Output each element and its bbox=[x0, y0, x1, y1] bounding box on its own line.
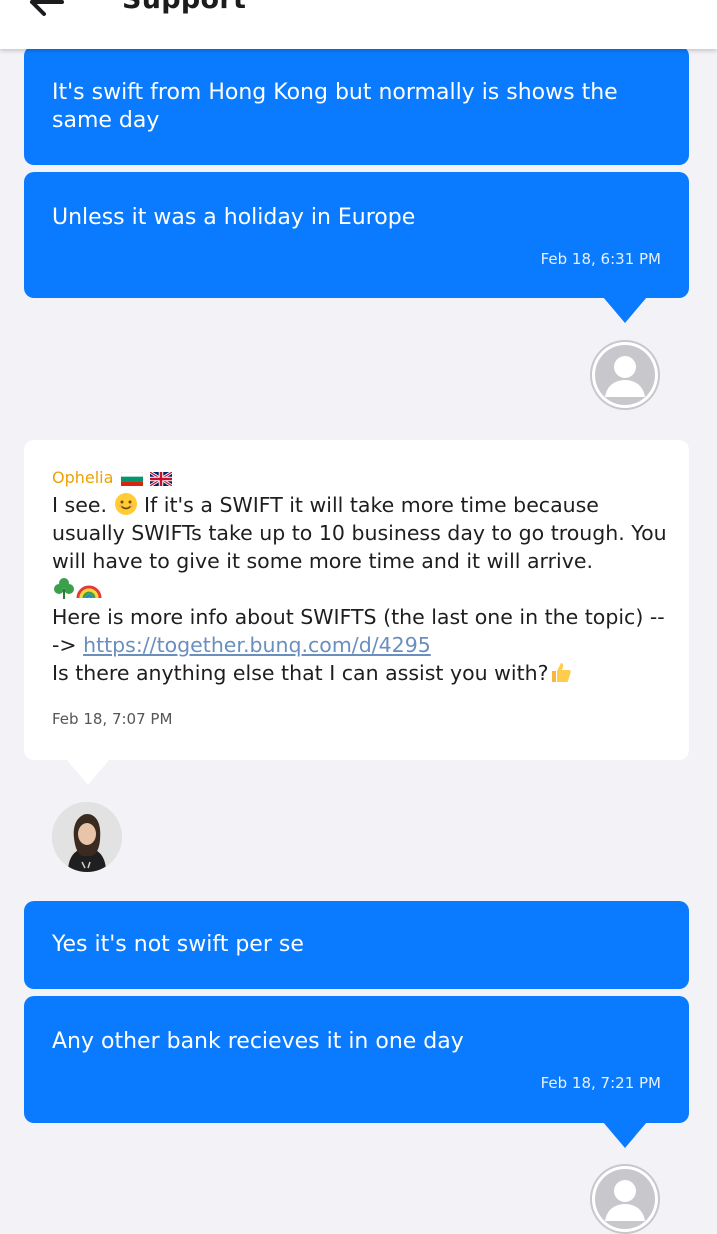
incoming-message[interactable]: Ophelia I see. If it's a SWIFT it will t… bbox=[24, 440, 689, 760]
outgoing-message[interactable]: Yes it's not swift per se bbox=[24, 901, 689, 989]
bubble-tail bbox=[603, 1122, 647, 1148]
message-text: Yes it's not swift per se bbox=[52, 932, 304, 957]
outgoing-message[interactable]: Any other bank recieves it in one day Fe… bbox=[24, 996, 689, 1123]
message-text-part: Is there anything else that I can assist… bbox=[52, 661, 549, 685]
default-user-icon bbox=[592, 1166, 658, 1232]
outgoing-message[interactable]: Unless it was a holiday in Europe Feb 18… bbox=[24, 172, 689, 298]
page-title: Support bbox=[122, 0, 246, 15]
app-header: Support bbox=[0, 0, 717, 49]
message-text: I see. If it's a SWIFT it will take more… bbox=[52, 491, 669, 687]
agent-photo bbox=[52, 802, 122, 872]
arrow-left-icon bbox=[30, 0, 64, 16]
agent-avatar[interactable] bbox=[52, 802, 122, 872]
sender-name-text: Ophelia bbox=[52, 468, 114, 487]
message-timestamp: Feb 18, 7:07 PM bbox=[52, 710, 173, 728]
message-text-part: I see. bbox=[52, 493, 114, 517]
rainbow-icon bbox=[76, 585, 102, 599]
message-timestamp: Feb 18, 7:21 PM bbox=[540, 1074, 661, 1092]
user-avatar[interactable] bbox=[590, 340, 660, 410]
smiling-face-icon bbox=[114, 493, 137, 515]
outgoing-message[interactable]: It's swift from Hong Kong but normally i… bbox=[24, 46, 689, 165]
message-text-part: If it's a SWIFT it will take more time b… bbox=[52, 493, 667, 573]
default-user-icon bbox=[592, 342, 658, 408]
support-link[interactable]: https://together.bunq.com/d/4295 bbox=[83, 633, 431, 657]
shamrock-icon bbox=[54, 578, 74, 599]
sender-name: Ophelia bbox=[52, 468, 669, 487]
flag-bulgaria-icon bbox=[120, 471, 143, 486]
bubble-tail bbox=[66, 759, 110, 785]
bubble-tail bbox=[603, 297, 647, 323]
message-text: It's swift from Hong Kong but normally i… bbox=[52, 80, 618, 133]
message-text: Unless it was a holiday in Europe bbox=[52, 205, 416, 230]
flag-uk-icon bbox=[149, 471, 172, 486]
message-text: Any other bank recieves it in one day bbox=[52, 1029, 464, 1054]
user-avatar[interactable] bbox=[590, 1164, 660, 1234]
thumbs-up-icon bbox=[551, 663, 571, 682]
message-timestamp: Feb 18, 6:31 PM bbox=[540, 250, 661, 268]
back-button[interactable] bbox=[22, 0, 82, 18]
